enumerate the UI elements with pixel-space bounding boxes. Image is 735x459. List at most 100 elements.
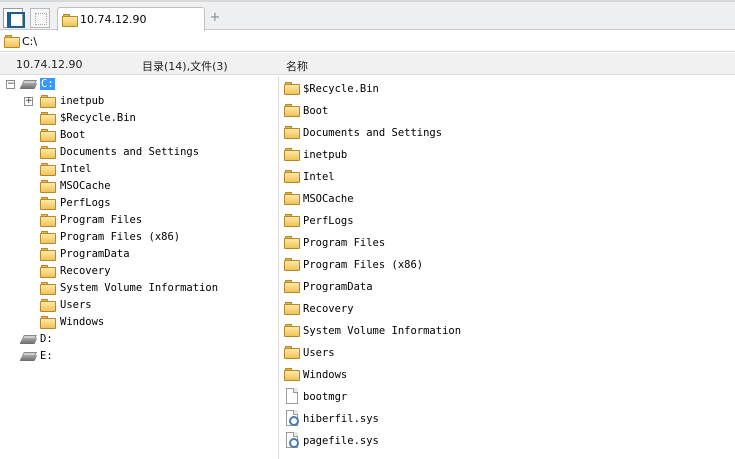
tree-item[interactable]: ProgramData (0, 246, 279, 263)
list-item[interactable]: System Volume Information (280, 320, 735, 342)
list-item[interactable]: inetpub (280, 144, 735, 166)
folder-icon (284, 346, 300, 359)
tree-item[interactable]: Users (0, 297, 279, 314)
folder-icon (284, 368, 300, 381)
folder-icon (284, 148, 300, 161)
list-item[interactable]: Boot (280, 100, 735, 122)
tree-item[interactable]: $Recycle.Bin (0, 110, 279, 127)
list-item-label: Documents and Settings (303, 127, 443, 139)
list-item-label: hiberfil.sys (303, 413, 379, 425)
item-counts: 目录(14),文件(3) (142, 60, 228, 73)
tree-item[interactable]: Program Files (0, 212, 279, 229)
list-item[interactable]: $Recycle.Bin (280, 78, 735, 100)
collapse-icon[interactable]: − (6, 80, 15, 89)
tree-item-label: Program Files (60, 214, 143, 226)
tab-host[interactable]: 10.74.12.90 (57, 7, 205, 32)
list-item-label: inetpub (303, 149, 348, 161)
list-item[interactable]: Program Files (280, 232, 735, 254)
tree-item-label: Users (60, 299, 92, 311)
list-item-label: PerfLogs (303, 215, 354, 227)
folder-icon (40, 316, 56, 329)
list-item-label: Windows (303, 369, 348, 381)
tree-item-label: Program Files (x86) (60, 231, 181, 243)
folder-icon (284, 126, 300, 139)
folder-icon (284, 302, 300, 315)
tree-item-label: Intel (60, 163, 92, 175)
layout-toggle-button[interactable] (30, 8, 50, 28)
folder-icon (40, 95, 56, 108)
system-file-icon (286, 410, 299, 426)
tree-drive-d[interactable]: D: (0, 331, 279, 348)
panel-toggle-button[interactable] (3, 8, 25, 28)
tree-drive-c[interactable]: − C: (0, 76, 279, 93)
tab-label: 10.74.12.90 (80, 13, 147, 26)
tree-item[interactable]: Boot (0, 127, 279, 144)
tree-item-label: System Volume Information (60, 282, 219, 294)
tree-item[interactable]: System Volume Information (0, 280, 279, 297)
tree-item-label: ProgramData (60, 248, 130, 260)
list-item[interactable]: Users (280, 342, 735, 364)
tree-drive-d-label: D: (40, 333, 53, 345)
list-item-label: $Recycle.Bin (303, 83, 379, 95)
folder-icon (284, 236, 300, 249)
tree-item-label: Windows (60, 316, 105, 328)
new-tab-button[interactable]: + (208, 10, 222, 25)
folder-icon (40, 214, 56, 227)
list-item[interactable]: MSOCache (280, 188, 735, 210)
folder-tree: − C: + inetpub $Recycle.Bin Boot Documen… (0, 76, 279, 459)
folder-icon (284, 82, 300, 95)
list-item[interactable]: PerfLogs (280, 210, 735, 232)
list-item[interactable]: Windows (280, 364, 735, 386)
list-item[interactable]: pagefile.sys (280, 430, 735, 452)
drive-icon (19, 79, 38, 91)
list-item[interactable]: hiberfil.sys (280, 408, 735, 430)
folder-icon (284, 280, 300, 293)
system-file-icon (286, 432, 299, 448)
tree-item[interactable]: MSOCache (0, 178, 279, 195)
tree-item-label: Boot (60, 129, 86, 141)
tree-item-label: MSOCache (60, 180, 111, 192)
file-list: $Recycle.Bin Boot Documents and Settings… (280, 76, 735, 459)
folder-icon (40, 129, 56, 142)
list-item[interactable]: ProgramData (280, 276, 735, 298)
tree-item[interactable]: Documents and Settings (0, 144, 279, 161)
tree-item[interactable]: Windows (0, 314, 279, 331)
list-item-label: bootmgr (303, 391, 348, 403)
folder-icon (40, 180, 56, 193)
folder-icon (284, 324, 300, 337)
tree-drive-c-label: C: (40, 78, 55, 90)
header-row: 10.74.12.90 目录(14),文件(3) 名称 (0, 53, 735, 75)
list-item[interactable]: Documents and Settings (280, 122, 735, 144)
folder-icon (284, 170, 300, 183)
folder-icon (40, 231, 56, 244)
tree-drive-e[interactable]: E: (0, 348, 279, 365)
list-item-label: Boot (303, 105, 329, 117)
tree-item-label: Recovery (60, 265, 111, 277)
folder-icon (40, 265, 56, 278)
folder-icon (40, 248, 56, 261)
tree-item[interactable]: Recovery (0, 263, 279, 280)
tree-drive-e-label: E: (40, 350, 53, 362)
path-bar[interactable]: C:\ (0, 31, 735, 52)
list-item-label: Users (303, 347, 335, 359)
file-icon (286, 388, 298, 404)
folder-icon (40, 163, 56, 176)
list-item[interactable]: Program Files (x86) (280, 254, 735, 276)
name-column-header[interactable]: 名称 (286, 58, 308, 74)
tree-item[interactable]: Program Files (x86) (0, 229, 279, 246)
expand-icon[interactable]: + (24, 97, 33, 106)
drive-icon (19, 351, 38, 363)
list-item[interactable]: Recovery (280, 298, 735, 320)
tree-item[interactable]: PerfLogs (0, 195, 279, 212)
list-item-label: ProgramData (303, 281, 373, 293)
folder-icon (62, 14, 78, 27)
folder-icon (40, 112, 56, 125)
folder-icon (40, 197, 56, 210)
tree-item[interactable]: Intel (0, 161, 279, 178)
list-item[interactable]: bootmgr (280, 386, 735, 408)
list-item-label: pagefile.sys (303, 435, 379, 447)
folder-icon (284, 214, 300, 227)
tree-item-inetpub[interactable]: + inetpub (0, 93, 279, 110)
list-item[interactable]: Intel (280, 166, 735, 188)
tree-item-label: Documents and Settings (60, 146, 200, 158)
